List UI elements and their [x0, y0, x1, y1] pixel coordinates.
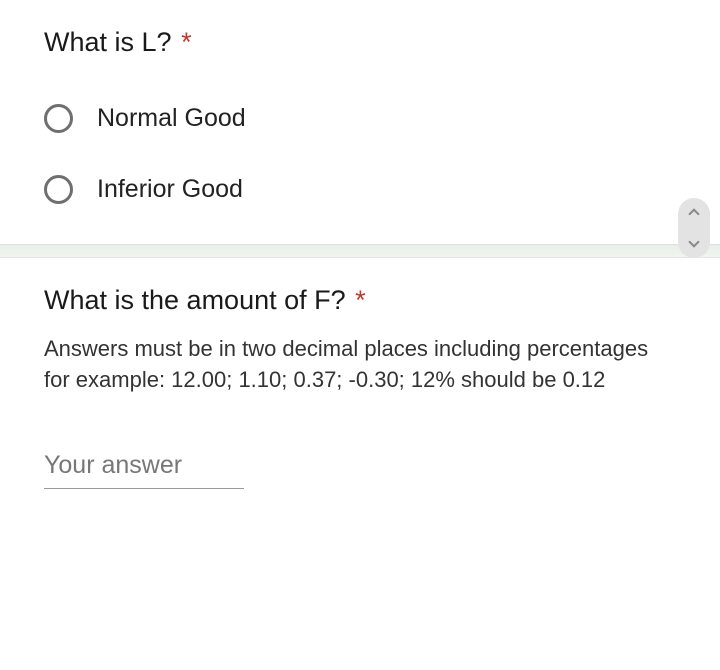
- radio-label: Inferior Good: [97, 175, 243, 204]
- question-title-text: What is the amount of F?: [44, 285, 346, 315]
- radio-option-normal-good[interactable]: Normal Good: [44, 104, 676, 133]
- question-title-text: What is L?: [44, 27, 172, 57]
- helper-text: Answers must be in two decimal places in…: [44, 333, 676, 395]
- radio-icon: [44, 104, 73, 133]
- answer-input[interactable]: [44, 451, 244, 489]
- section-divider: [0, 244, 720, 258]
- question-title: What is the amount of F? *: [44, 282, 676, 318]
- answer-input-wrap: [44, 451, 676, 489]
- radio-label: Normal Good: [97, 104, 246, 133]
- required-asterisk: *: [181, 27, 192, 57]
- chevron-up-icon: [688, 208, 699, 219]
- chevron-down-icon: [688, 236, 699, 247]
- scroll-pill[interactable]: [678, 198, 710, 258]
- question-title: What is L? *: [44, 24, 676, 60]
- required-asterisk: *: [355, 285, 366, 315]
- radio-option-inferior-good[interactable]: Inferior Good: [44, 175, 676, 204]
- question-card-l: What is L? * Normal Good Inferior Good: [0, 0, 720, 244]
- question-card-f: What is the amount of F? * Answers must …: [0, 258, 720, 519]
- radio-options: Normal Good Inferior Good: [44, 104, 676, 204]
- radio-icon: [44, 175, 73, 204]
